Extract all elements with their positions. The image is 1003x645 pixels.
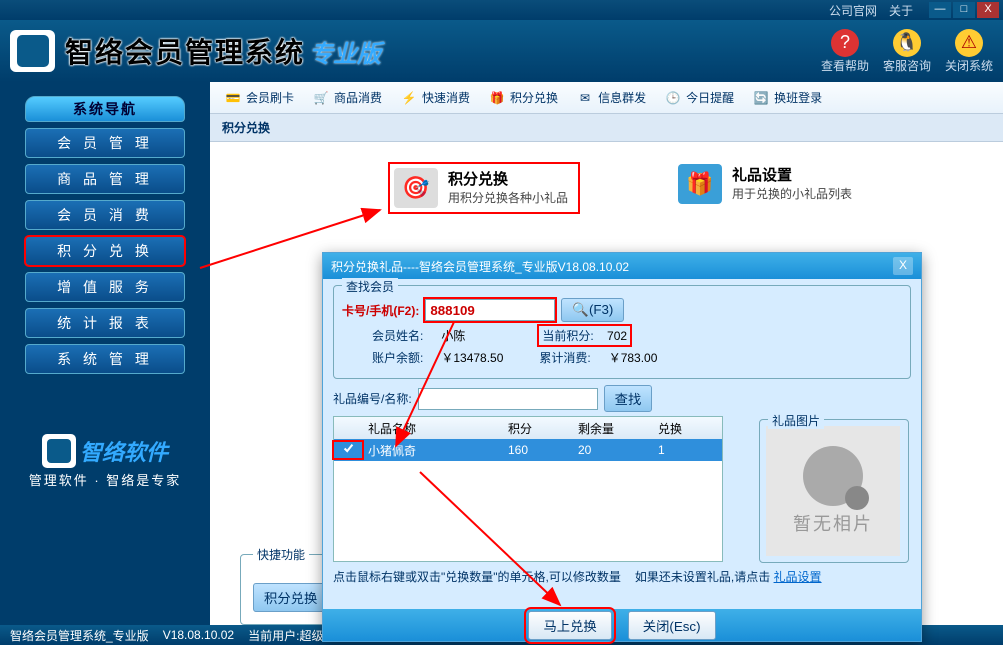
support-button[interactable]: 🐧客服咨询 xyxy=(883,29,931,74)
card-number-input[interactable] xyxy=(425,299,555,321)
app-subtitle: 专业版 xyxy=(309,34,381,69)
status-app: 智络会员管理系统_专业版 xyxy=(10,627,149,644)
redeem-now-button[interactable]: 马上兑换 xyxy=(528,611,611,640)
table-row[interactable]: 小猪佩奇 160 20 1 xyxy=(334,439,722,461)
flash-icon: ⚡ xyxy=(400,89,418,107)
total-consume: ￥783.00 xyxy=(609,349,658,366)
link-company[interactable]: 公司官网 xyxy=(829,2,877,19)
app-header: 智络会员管理系统 专业版 ?查看帮助 🐧客服咨询 ⚠关闭系统 xyxy=(0,20,1003,82)
account-balance: ￥13478.50 xyxy=(441,349,521,366)
hint-text: 点击鼠标右键或双击"兑换数量"的单元格,可以修改数量 如果还未设置礼品,请点击 … xyxy=(333,568,911,585)
sidebar-item-services[interactable]: 增 值 服 务 xyxy=(25,272,185,302)
card-label: 卡号/手机(F2): xyxy=(342,302,419,319)
window-minimize[interactable]: — xyxy=(929,2,951,18)
sidebar: 系统导航 会 员 管 理 商 品 管 理 会 员 消 费 积 分 兑 换 增 值… xyxy=(0,82,210,645)
swap-icon: 🔄 xyxy=(752,89,770,107)
mail-icon: ✉ xyxy=(576,89,594,107)
points-redeem-dialog: 积分兑换礼品----智络会员管理系统_专业版V18.08.10.02 X 查找会… xyxy=(322,252,922,642)
sidebar-item-member[interactable]: 会 员 管 理 xyxy=(25,128,185,158)
tool-shift[interactable]: 🔄换班登录 xyxy=(744,87,830,109)
current-points: 702 xyxy=(607,329,627,343)
tool-reminder[interactable]: 🕒今日提醒 xyxy=(656,87,742,109)
giftbox-icon: 🎁 xyxy=(678,164,722,204)
sidebar-item-points-redeem[interactable]: 积 分 兑 换 xyxy=(25,236,185,266)
row-checkbox[interactable] xyxy=(342,442,355,455)
window-titlebar: 公司官网 关于 — □ X xyxy=(0,0,1003,20)
gift-settings-link[interactable]: 礼品设置 xyxy=(774,570,822,584)
tool-points-redeem[interactable]: 🎁积分兑换 xyxy=(480,87,566,109)
card-title: 积分兑换 xyxy=(448,168,568,189)
card-icon: 💳 xyxy=(224,89,242,107)
search-icon: 🔍 xyxy=(572,302,589,317)
tool-message[interactable]: ✉信息群发 xyxy=(568,87,654,109)
tool-product-consume[interactable]: 🛒商品消费 xyxy=(304,87,390,109)
card-desc: 用积分兑换各种小礼品 xyxy=(448,189,568,206)
window-close[interactable]: X xyxy=(977,2,999,18)
fieldset-legend: 查找会员 xyxy=(342,278,398,295)
clock-icon: 🕒 xyxy=(664,89,682,107)
app-logo xyxy=(10,30,55,72)
exit-button[interactable]: ⚠关闭系统 xyxy=(945,29,993,74)
gift-search-input[interactable] xyxy=(418,388,598,410)
sidebar-item-consume[interactable]: 会 员 消 费 xyxy=(25,200,185,230)
cart-icon: 🛒 xyxy=(312,89,330,107)
close-button[interactable]: 关闭(Esc) xyxy=(628,611,716,640)
dialog-title: 积分兑换礼品----智络会员管理系统_专业版V18.08.10.02 X xyxy=(323,253,921,279)
sidebar-item-product[interactable]: 商 品 管 理 xyxy=(25,164,185,194)
window-maximize[interactable]: □ xyxy=(953,2,975,18)
help-button[interactable]: ?查看帮助 xyxy=(821,29,869,74)
gift-table: 礼品名称 积分 剩余量 兑换 小猪佩奇 160 20 1 xyxy=(333,416,723,562)
tool-member-card[interactable]: 💳会员刷卡 xyxy=(216,87,302,109)
sidebar-head: 系统导航 xyxy=(25,96,185,122)
gift-image-box: 礼品图片 暂无相片 xyxy=(759,419,909,563)
card-title: 礼品设置 xyxy=(732,164,852,185)
points-icon: 🎯 xyxy=(394,168,438,208)
gift-icon: 🎁 xyxy=(488,89,506,107)
section-title: 积分兑换 xyxy=(210,114,1003,142)
search-button[interactable]: 查找 xyxy=(604,385,653,412)
status-version: V18.08.10.02 xyxy=(163,628,234,642)
dialog-close[interactable]: X xyxy=(893,257,913,275)
card-desc: 用于兑换的小礼品列表 xyxy=(732,185,852,202)
sidebar-item-system[interactable]: 系 统 管 理 xyxy=(25,344,185,374)
member-name: 小陈 xyxy=(441,327,521,344)
app-title: 智络会员管理系统 xyxy=(65,31,305,71)
toolbar: 💳会员刷卡 🛒商品消费 ⚡快速消费 🎁积分兑换 ✉信息群发 🕒今日提醒 🔄换班登… xyxy=(210,82,1003,114)
quick-points-redeem-button[interactable]: 积分兑换 xyxy=(253,583,328,612)
card-points-redeem[interactable]: 🎯 积分兑换 用积分兑换各种小礼品 xyxy=(390,164,578,212)
card-gift-settings[interactable]: 🎁 礼品设置 用于兑换的小礼品列表 xyxy=(678,164,852,212)
brand-footer: 智络软件 管理软件 · 智络是专家 xyxy=(20,434,190,489)
quick-legend: 快捷功能 xyxy=(253,546,309,563)
sidebar-item-reports[interactable]: 统 计 报 表 xyxy=(25,308,185,338)
tool-quick-consume[interactable]: ⚡快速消费 xyxy=(392,87,478,109)
f3-search-button[interactable]: 🔍(F3) xyxy=(561,298,624,322)
link-about[interactable]: 关于 xyxy=(889,2,913,19)
no-image-placeholder: 暂无相片 xyxy=(766,426,900,556)
gift-search-label: 礼品编号/名称: xyxy=(333,390,412,407)
